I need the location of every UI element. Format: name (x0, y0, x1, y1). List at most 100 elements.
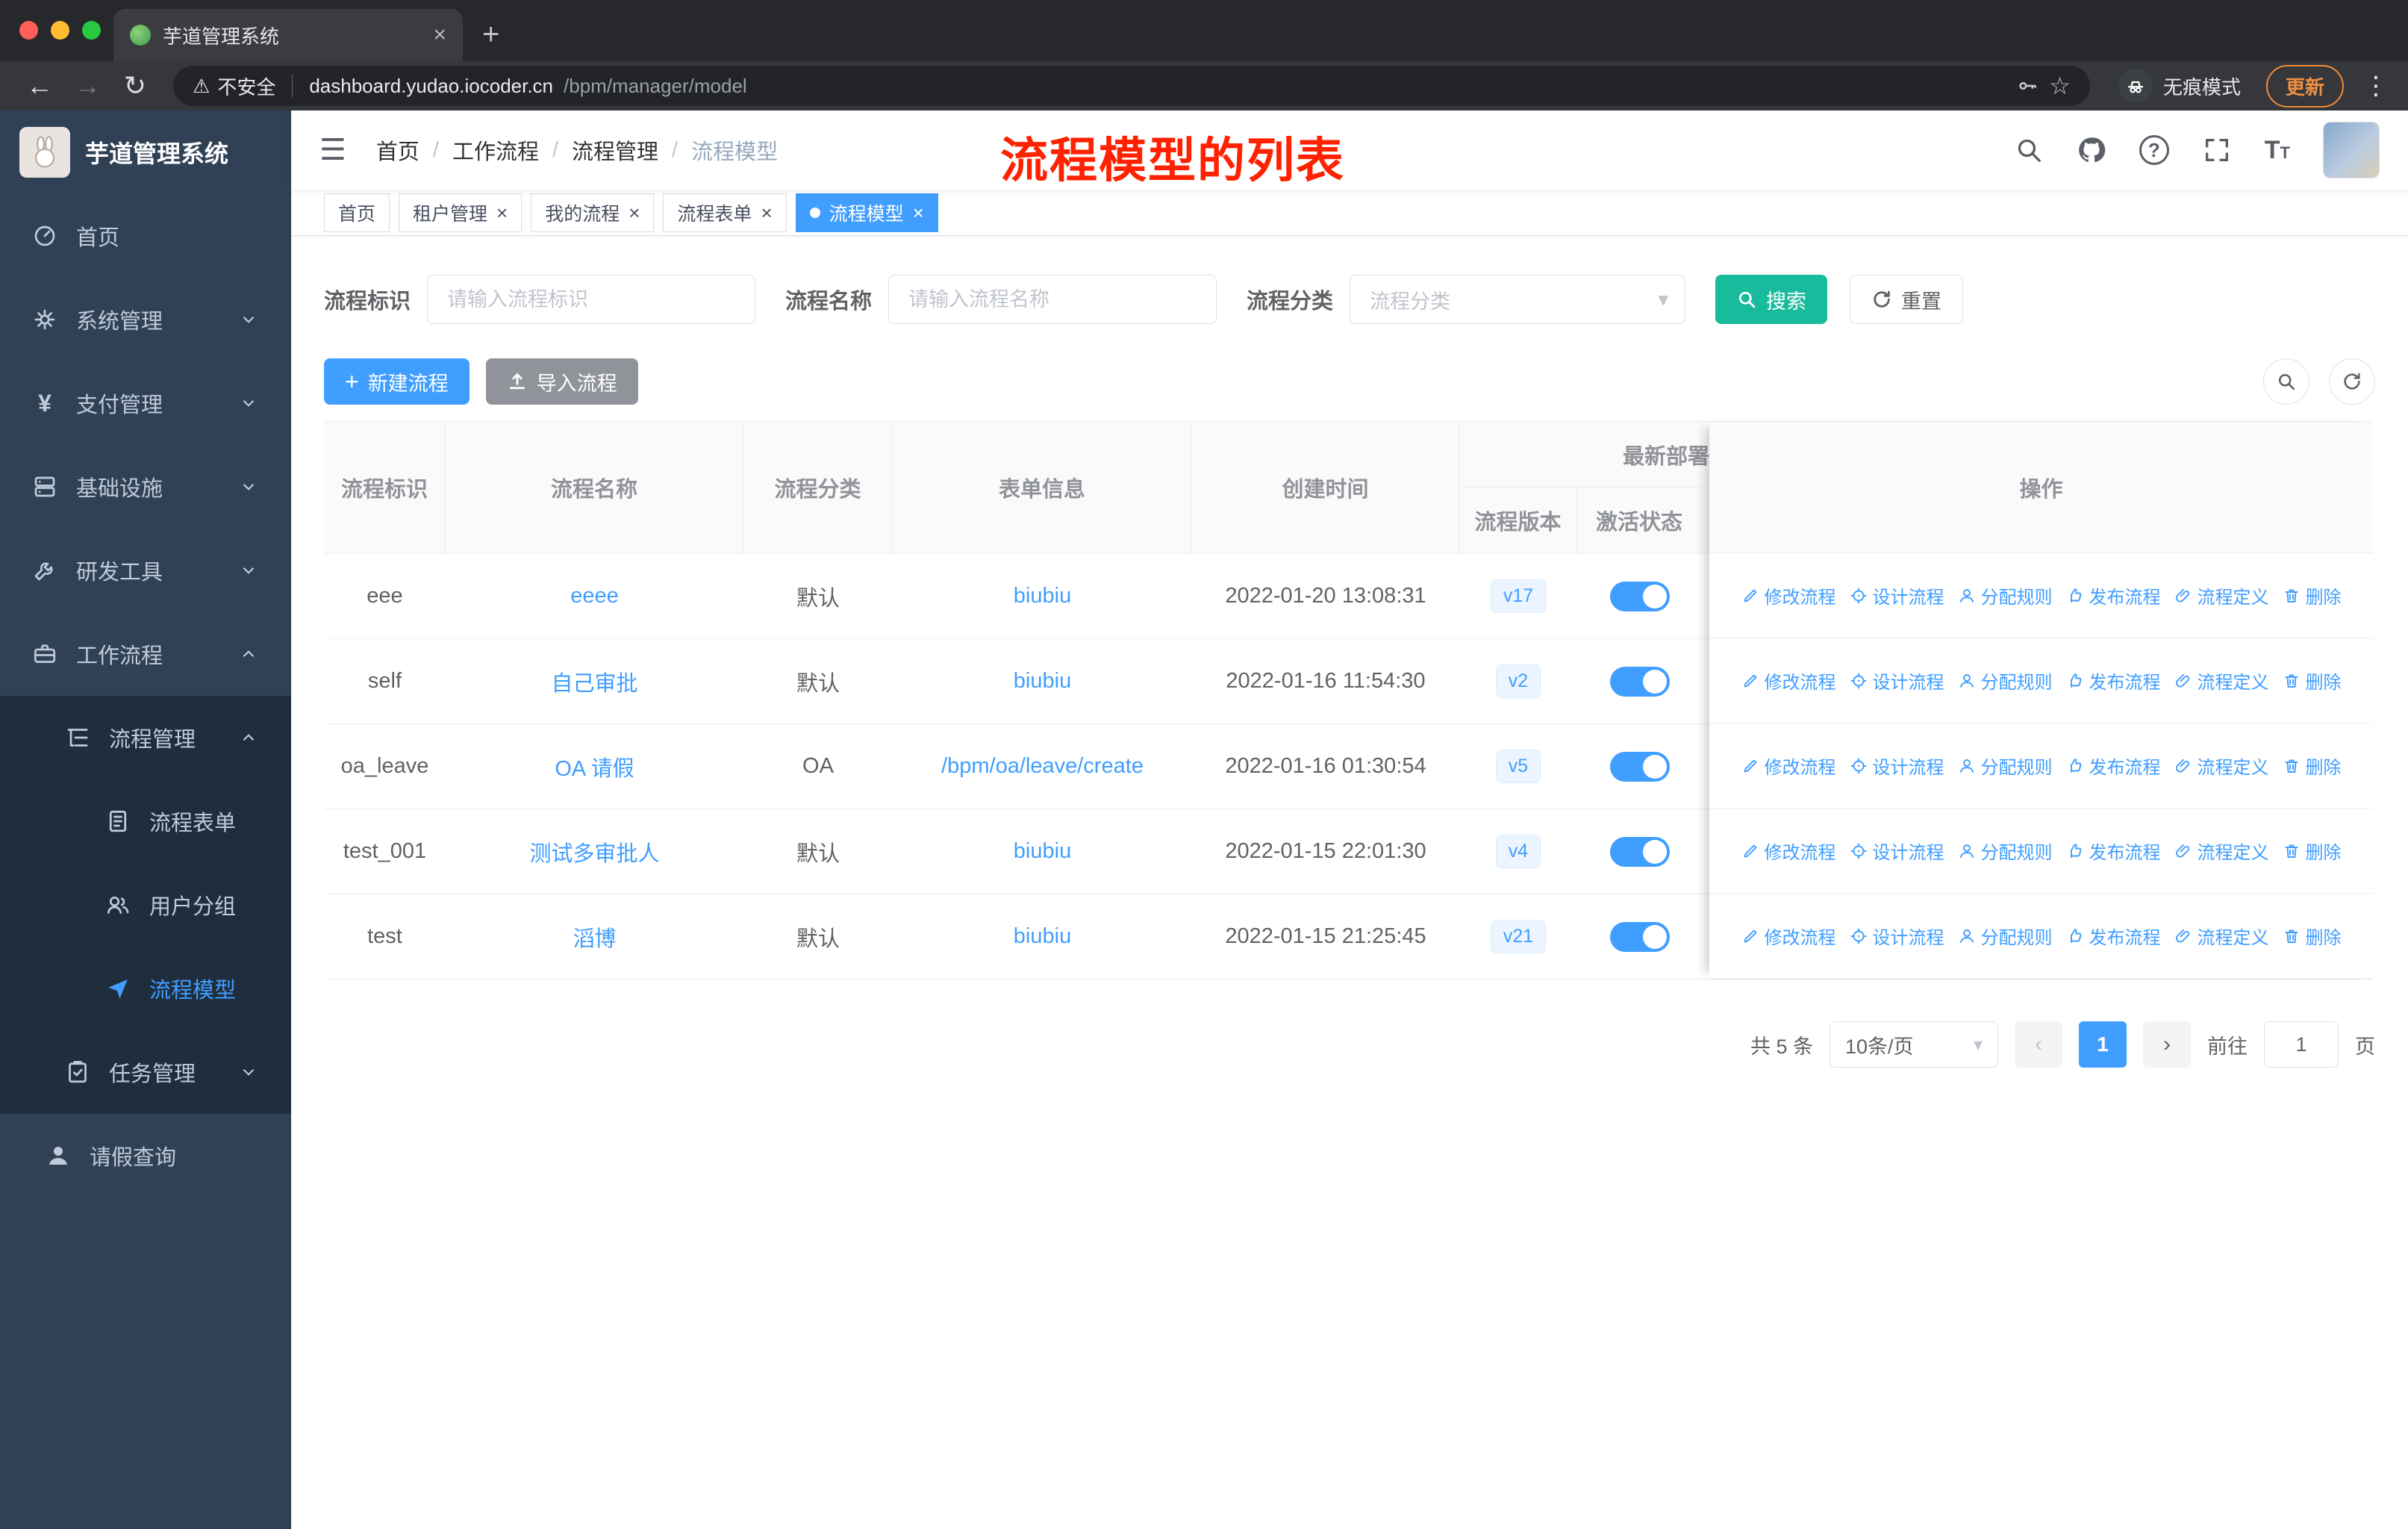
design-process-link[interactable]: 设计流程 (1850, 667, 1944, 694)
window-close-button[interactable] (19, 21, 38, 40)
active-toggle[interactable] (1609, 581, 1670, 611)
address-bar[interactable]: ⚠ 不安全 dashboard.yudao.iocoder.cn /bpm/ma… (173, 66, 2090, 106)
active-toggle[interactable] (1609, 836, 1670, 867)
tag-close-icon[interactable]: × (761, 203, 772, 222)
reset-button[interactable]: 重置 (1850, 275, 1964, 324)
sidebar-item-process-form[interactable]: 流程表单 (0, 779, 291, 863)
process-definition-link[interactable]: 流程定义 (2174, 838, 2269, 864)
process-definition-link[interactable]: 流程定义 (2174, 923, 2269, 949)
process-name-link[interactable]: 滔博 (573, 921, 616, 953)
tag-close-icon[interactable]: × (628, 203, 640, 222)
tab-close-icon[interactable]: × (433, 22, 446, 48)
help-icon[interactable]: ? (2139, 135, 2169, 165)
assign-rule-link[interactable]: 分配规则 (1958, 923, 2053, 949)
sidebar-item-system[interactable]: 系统管理 (0, 278, 291, 361)
tag-process-model[interactable]: 流程模型 × (795, 193, 938, 232)
assign-rule-link[interactable]: 分配规则 (1958, 667, 2053, 694)
edit-process-link[interactable]: 修改流程 (1741, 923, 1836, 949)
tag-close-icon[interactable]: × (913, 203, 924, 222)
tag-close-icon[interactable]: × (496, 203, 508, 222)
assign-rule-link[interactable]: 分配规则 (1958, 582, 2053, 608)
design-process-link[interactable]: 设计流程 (1850, 923, 1944, 949)
forward-icon[interactable]: → (67, 70, 107, 102)
delete-link[interactable]: 删除 (2283, 923, 2342, 949)
page-1-button[interactable]: 1 (2079, 1021, 2127, 1068)
delete-link[interactable]: 删除 (2283, 753, 2342, 779)
version-tag[interactable]: v5 (1495, 750, 1541, 783)
security-chip[interactable]: ⚠ 不安全 (193, 72, 275, 100)
tag-tenant[interactable]: 租户管理 × (399, 193, 523, 232)
version-tag[interactable]: v17 (1490, 579, 1547, 613)
sidebar-item-task-management[interactable]: 任务管理 (0, 1030, 291, 1114)
new-tab-button[interactable]: + (482, 19, 499, 49)
process-name-input[interactable] (888, 275, 1217, 324)
version-tag[interactable]: v21 (1490, 920, 1547, 953)
goto-page-input[interactable] (2264, 1021, 2339, 1068)
process-name-link[interactable]: 自己审批 (551, 666, 637, 697)
assign-rule-link[interactable]: 分配规则 (1958, 753, 2053, 779)
form-link[interactable]: biubiu (1014, 839, 1071, 864)
process-name-link[interactable]: 测试多审批人 (529, 836, 659, 868)
browser-tab[interactable]: 芋道管理系统 × (113, 9, 463, 61)
sidebar-item-home[interactable]: 首页 (0, 194, 291, 278)
browser-menu-icon[interactable]: ⋮ (2363, 71, 2389, 101)
process-name-link[interactable]: eeee (570, 584, 619, 608)
sidebar-item-process-model[interactable]: 流程模型 (0, 947, 291, 1030)
font-size-icon[interactable]: TT (2265, 136, 2290, 165)
edit-process-link[interactable]: 修改流程 (1741, 667, 1836, 694)
page-size-select[interactable]: 10条/页 ▾ (1830, 1021, 1998, 1068)
user-avatar[interactable] (2323, 122, 2380, 178)
design-process-link[interactable]: 设计流程 (1850, 838, 1944, 864)
password-key-icon[interactable] (2016, 75, 2039, 97)
create-process-button[interactable]: + 新建流程 (324, 358, 470, 405)
active-toggle[interactable] (1609, 751, 1670, 782)
deploy-process-link[interactable]: 发布流程 (2066, 582, 2161, 608)
window-zoom-button[interactable] (82, 21, 101, 40)
assign-rule-link[interactable]: 分配规则 (1958, 838, 2053, 864)
sidebar-item-user-group[interactable]: 用户分组 (0, 863, 291, 947)
breadcrumb-home[interactable]: 首页 (376, 134, 419, 166)
delete-link[interactable]: 删除 (2283, 582, 2342, 608)
app-logo[interactable]: 芋道管理系统 (0, 110, 291, 194)
bookmark-star-icon[interactable]: ☆ (2049, 72, 2071, 100)
import-process-button[interactable]: 导入流程 (485, 358, 638, 405)
back-icon[interactable]: ← (19, 70, 60, 102)
sidebar-item-payment[interactable]: ¥ 支付管理 (0, 361, 291, 445)
tag-process-form[interactable]: 流程表单 × (663, 193, 787, 232)
design-process-link[interactable]: 设计流程 (1850, 582, 1944, 608)
header-search-icon[interactable] (2014, 135, 2044, 165)
hamburger-icon[interactable]: ☰ (319, 133, 346, 167)
sidebar-item-infrastructure[interactable]: 基础设施 (0, 445, 291, 529)
design-process-link[interactable]: 设计流程 (1850, 753, 1944, 779)
form-link[interactable]: biubiu (1014, 924, 1071, 949)
sidebar-item-devtools[interactable]: 研发工具 (0, 529, 291, 612)
process-id-input[interactable] (427, 275, 756, 324)
process-name-link[interactable]: OA 请假 (555, 751, 634, 782)
category-select[interactable]: 流程分类 ▾ (1350, 275, 1686, 324)
search-button[interactable]: 搜索 (1715, 275, 1828, 324)
deploy-process-link[interactable]: 发布流程 (2066, 838, 2161, 864)
active-toggle[interactable] (1609, 921, 1670, 952)
form-link[interactable]: biubiu (1014, 584, 1071, 608)
deploy-process-link[interactable]: 发布流程 (2066, 667, 2161, 694)
sidebar-item-workflow[interactable]: 工作流程 (0, 612, 291, 696)
form-link[interactable]: biubiu (1014, 669, 1071, 694)
process-definition-link[interactable]: 流程定义 (2174, 667, 2269, 694)
deploy-process-link[interactable]: 发布流程 (2066, 753, 2161, 779)
edit-process-link[interactable]: 修改流程 (1741, 753, 1836, 779)
deploy-process-link[interactable]: 发布流程 (2066, 923, 2161, 949)
sidebar-item-process-management[interactable]: 流程管理 (0, 696, 291, 779)
github-icon[interactable] (2077, 135, 2106, 165)
next-page-button[interactable]: › (2143, 1021, 2191, 1068)
version-tag[interactable]: v4 (1495, 835, 1541, 868)
active-toggle[interactable] (1609, 666, 1670, 697)
sidebar-item-leave-query[interactable]: 请假查询 (0, 1114, 291, 1198)
refresh-table-button[interactable] (2329, 358, 2375, 405)
tag-home[interactable]: 首页 (324, 193, 390, 232)
breadcrumb-workflow[interactable]: 工作流程 (452, 134, 539, 166)
prev-page-button[interactable]: ‹ (2015, 1021, 2062, 1068)
edit-process-link[interactable]: 修改流程 (1741, 838, 1836, 864)
fullscreen-icon[interactable] (2202, 135, 2232, 165)
delete-link[interactable]: 删除 (2283, 838, 2342, 864)
edit-process-link[interactable]: 修改流程 (1741, 582, 1836, 608)
